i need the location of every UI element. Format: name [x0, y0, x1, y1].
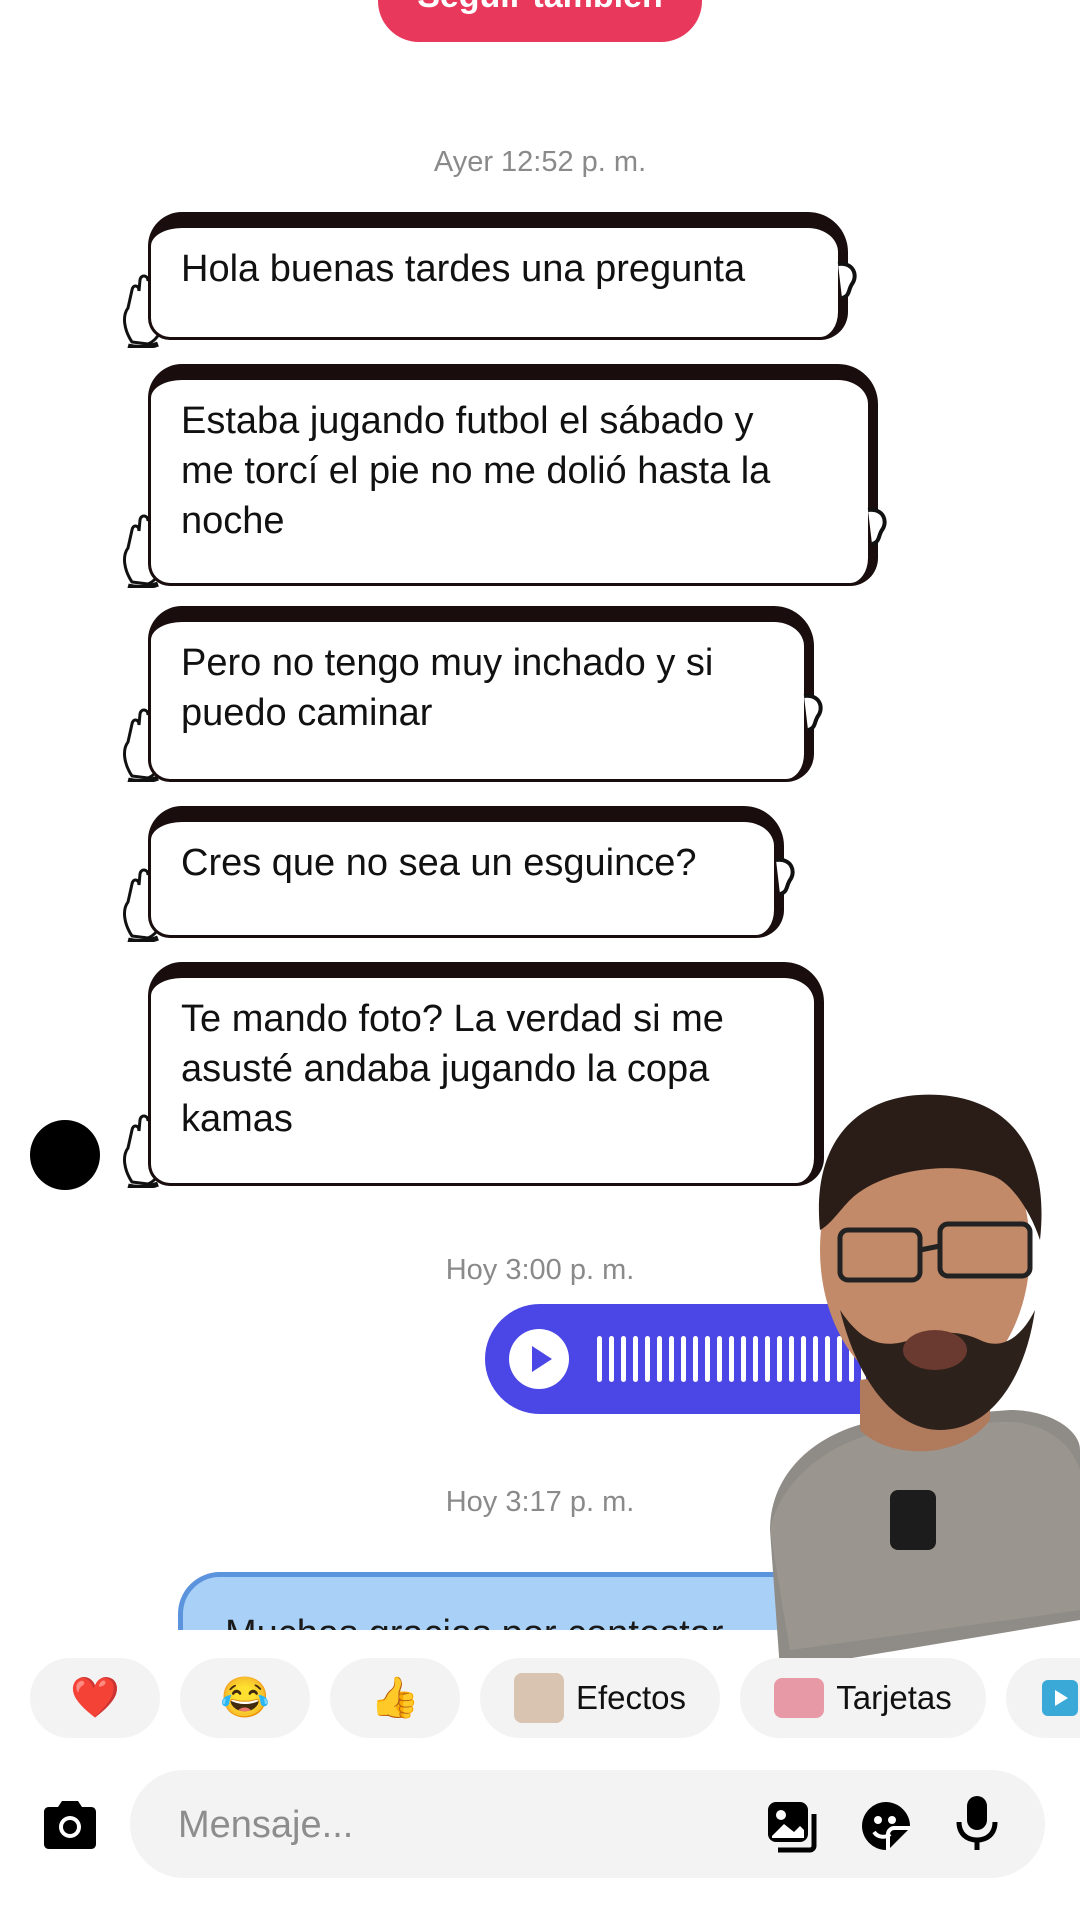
microphone-icon[interactable]	[952, 1794, 1002, 1854]
follow-back-button[interactable]: Seguir también	[378, 0, 702, 42]
sender-avatar[interactable]	[30, 1120, 100, 1190]
ear-icon	[867, 507, 887, 546]
quick-actions-row: ❤️ 😂 👍 Efectos Tarjetas	[0, 1658, 1080, 1738]
heart-icon: ❤️	[70, 1676, 120, 1720]
effects-thumbnail-icon	[513, 1673, 564, 1723]
message-bubble[interactable]: Estaba jugando futbol el sábado y me tor…	[148, 364, 878, 586]
message-input[interactable]	[176, 1796, 740, 1854]
gallery-icon[interactable]	[764, 1798, 820, 1854]
play-icon	[532, 1346, 552, 1372]
message-bubble[interactable]: Pero no tengo muy inchado y si puedo cam…	[148, 606, 814, 782]
cards-button[interactable]: Tarjetas	[740, 1658, 986, 1738]
chat-screen: Seguir también Ayer 12:52 p. m. Hola bue…	[0, 0, 1080, 1920]
ear-icon	[803, 693, 823, 732]
person-video-overlay	[770, 1094, 1080, 1670]
effects-label: Efectos	[575, 1679, 687, 1716]
video-icon	[1042, 1680, 1078, 1716]
follow-back-label: Seguir también	[378, 0, 702, 32]
play-button[interactable]	[509, 1329, 569, 1389]
cards-thumbnail-icon	[774, 1678, 825, 1718]
message-bubble[interactable]: Te mando foto? La verdad si me asusté an…	[148, 962, 824, 1186]
message-line: puedo caminar	[181, 692, 433, 734]
cards-label: Tarjetas	[836, 1679, 952, 1716]
message-line: Cres que no sea un esguince?	[181, 842, 697, 884]
camera-icon[interactable]	[40, 1800, 100, 1850]
message-line: Pero no tengo muy inchado y si	[181, 642, 714, 684]
timestamp-yesterday: Ayer 12:52 p. m.	[433, 146, 647, 178]
message-line: Te mando foto? La verdad si me	[181, 998, 724, 1040]
thumbs-up-icon: 👍	[370, 1676, 420, 1720]
ear-icon	[837, 261, 857, 300]
thumbs-up-reaction-button[interactable]: 👍	[330, 1658, 460, 1738]
effects-button[interactable]: Efectos	[480, 1658, 720, 1738]
sticker-icon[interactable]	[858, 1798, 914, 1854]
message-bubble[interactable]: Cres que no sea un esguince?	[148, 806, 784, 938]
message-line: noche	[181, 500, 285, 542]
heart-reaction-button[interactable]: ❤️	[30, 1658, 160, 1738]
laugh-reaction-button[interactable]: 😂	[180, 1658, 310, 1738]
message-line: Hola buenas tardes una pregunta	[181, 248, 746, 290]
laughing-face-icon: 😂	[220, 1676, 270, 1720]
message-composer	[130, 1770, 1045, 1878]
ear-icon	[775, 857, 795, 896]
message-line: me torcí el pie no me dolió hasta la	[181, 450, 771, 492]
message-line: asusté andaba jugando la copa	[181, 1048, 710, 1090]
message-line: Estaba jugando futbol el sábado y	[181, 400, 754, 442]
message-line: kamas	[181, 1098, 293, 1140]
more-actions-button[interactable]	[1006, 1658, 1080, 1738]
message-bubble[interactable]: Hola buenas tardes una pregunta	[148, 212, 848, 340]
